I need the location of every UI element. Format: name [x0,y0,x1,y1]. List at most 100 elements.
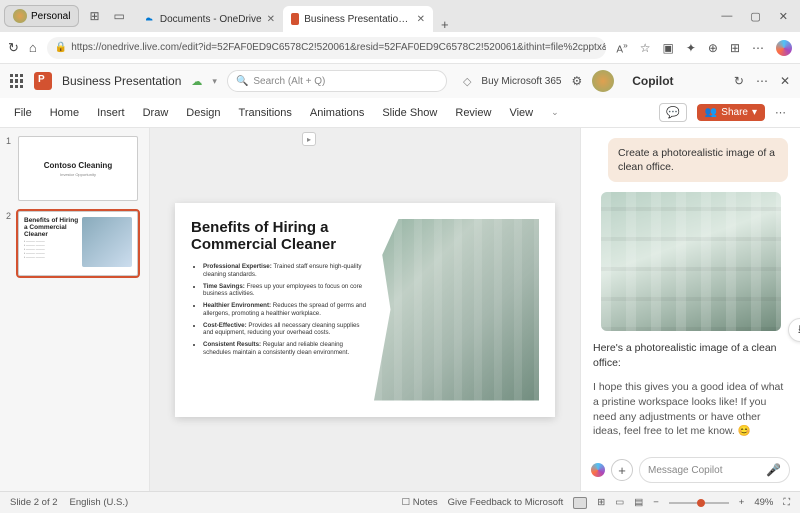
copilot-more-icon[interactable]: ⋯ [756,74,768,88]
slide[interactable]: Benefits of Hiring a Commercial Cleaner … [175,203,555,417]
powerpoint-icon [291,13,299,25]
maximize-button[interactable]: ▢ [750,10,760,23]
slide-text-area[interactable]: Benefits of Hiring a Commercial Cleaner … [191,219,366,401]
thumb-sub: Investor Opportunity [60,172,96,177]
copilot-response-2: I hope this gives you a good idea of wha… [593,380,788,439]
thumbnail-panel: 1 Contoso Cleaning Investor Opportunity … [0,128,150,491]
normal-view-icon[interactable] [573,497,587,509]
reader-a-icon[interactable]: A» [616,40,627,55]
browser-titlebar: Personal ⊞ ▭ Documents - OneDrive ✕ Busi… [0,0,800,32]
tab-home[interactable]: Home [50,107,79,119]
copilot-response-1: Here's a photorealistic image of a clean… [593,341,788,370]
close-icon[interactable]: ✕ [267,14,275,25]
generated-image[interactable] [601,192,781,331]
tab-file[interactable]: File [14,107,32,119]
search-placeholder: Search (Alt + Q) [253,76,325,87]
copilot-conversation: Create a photorealistic image of a clean… [581,128,800,449]
refresh-button[interactable]: ↻ [8,40,19,56]
tab-animations[interactable]: Animations [310,107,364,119]
copilot-spark-icon[interactable] [591,463,605,477]
microphone-icon[interactable]: 🎤 [766,463,781,477]
apps-icon[interactable]: ⊞ [730,41,740,55]
copilot-input[interactable]: Message Copilot 🎤 [639,457,790,483]
home-button[interactable]: ⌂ [29,40,37,55]
powerpoint-logo-icon [34,72,52,90]
tab-label: Documents - OneDrive [160,14,262,25]
workspace-icon[interactable]: ⊞ [89,9,99,23]
tab-insert[interactable]: Insert [97,107,125,119]
thumbnail-2[interactable]: 2 Benefits of Hiring a Commercial Cleane… [6,211,143,276]
tab-label: Business Presentation.pptx - Mic… [304,14,411,25]
tab-transitions[interactable]: Transitions [239,107,292,119]
status-bar: Slide 2 of 2 English (U.S.) ☐ Notes Give… [0,491,800,513]
saved-cloud-icon[interactable]: ☁ [191,75,202,88]
copilot-input-row: + Message Copilot 🎤 [581,449,800,491]
close-button[interactable]: ✕ [779,10,788,23]
search-icon: 🔍 [236,76,248,87]
ribbon-more-icon[interactable]: ⋯ [775,106,786,119]
copilot-header-icons: ↻ ⋯ ✕ [734,74,790,88]
feedback-link[interactable]: Give Feedback to Microsoft [448,497,564,508]
title-icon-group: ⊞ ▭ [89,9,124,23]
thumbnail-1[interactable]: 1 Contoso Cleaning Investor Opportunity [6,136,143,201]
extensions-icon[interactable]: ✦ [686,41,696,55]
star-icon[interactable]: ☆ [640,41,651,55]
slide-position[interactable]: Slide 2 of 2 [10,497,58,508]
copilot-pane: Create a photorealistic image of a clean… [580,128,800,491]
user-avatar[interactable] [592,70,614,92]
zoom-label[interactable]: 49% [754,497,773,508]
tab-view[interactable]: View [509,107,533,119]
share-button[interactable]: 👥Share▾ [697,104,765,121]
outline-toggle-icon[interactable]: ▸ [302,132,316,146]
ribbon-tabs: File Home Insert Draw Design Transitions… [0,98,800,128]
document-title[interactable]: Business Presentation [62,74,181,88]
thumb-number: 1 [6,136,14,201]
copilot-icon[interactable] [776,40,792,56]
add-content-button[interactable]: + [611,459,633,481]
thumb-number: 2 [6,211,14,276]
slide-image[interactable] [374,219,539,401]
notes-button[interactable]: ☐ Notes [402,497,438,508]
fit-to-window-icon[interactable]: ⛶ [783,497,790,508]
more-icon[interactable]: ⋯ [752,41,764,55]
url-field[interactable]: 🔒 https://onedrive.live.com/edit?id=52FA… [47,37,607,59]
onedrive-icon [143,13,155,25]
settings-icon[interactable]: ⚙ [571,74,582,88]
copilot-pane-title: Copilot [632,74,724,88]
slide-bullets: Professional Expertise: Trained staff en… [191,263,366,357]
thumb-image [82,217,132,267]
downloads-icon[interactable]: ⊕ [708,41,718,55]
new-tab-button[interactable]: + [433,17,457,32]
app-launcher-icon[interactable] [10,74,24,88]
slideshow-view-icon[interactable]: ▤ [634,497,643,508]
refresh-copilot-icon[interactable]: ↻ [734,74,744,88]
close-copilot-icon[interactable]: ✕ [780,74,790,88]
buy-microsoft-link[interactable]: Buy Microsoft 365 [481,76,561,87]
slide-canvas[interactable]: ▸ Benefits of Hiring a Commercial Cleane… [150,128,580,491]
avatar-icon [13,9,27,23]
language-status[interactable]: English (U.S.) [70,497,129,508]
slide-sorter-icon[interactable]: ⊞ [597,497,605,508]
tab-slideshow[interactable]: Slide Show [382,107,437,119]
reading-view-icon[interactable]: ▭ [615,497,624,508]
chevron-down-icon[interactable]: ▾ [212,76,217,87]
tab-review[interactable]: Review [455,107,491,119]
tab-draw[interactable]: Draw [143,107,169,119]
collections-icon[interactable]: ▣ [662,41,673,55]
zoom-slider[interactable] [669,502,729,504]
profile-pill[interactable]: Personal [4,5,79,27]
diamond-icon: ◇ [463,75,471,88]
zoom-in-button[interactable]: + [739,497,745,508]
tab-design[interactable]: Design [186,107,220,119]
close-icon[interactable]: ✕ [417,14,425,25]
copilot-placeholder: Message Copilot [648,465,722,476]
browser-tab-onedrive[interactable]: Documents - OneDrive ✕ [135,6,283,32]
ribbon-chevron-icon[interactable]: ⌄ [551,107,559,118]
browser-tab-powerpoint[interactable]: Business Presentation.pptx - Mic… ✕ [283,6,433,32]
comments-button[interactable]: 💬 [659,103,687,122]
minimize-button[interactable]: — [721,10,732,23]
tab-overview-icon[interactable]: ▭ [114,9,125,23]
search-input[interactable]: 🔍 Search (Alt + Q) [227,70,447,92]
slide-title: Benefits of Hiring a Commercial Cleaner [191,219,366,254]
zoom-out-button[interactable]: − [653,497,659,508]
